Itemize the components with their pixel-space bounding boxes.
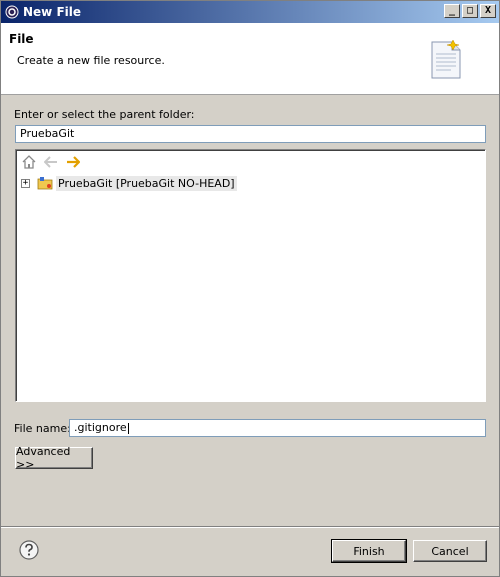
expand-icon[interactable]: + xyxy=(21,178,30,188)
close-button[interactable]: X xyxy=(480,4,496,18)
parent-folder-input[interactable]: PruebaGit xyxy=(15,125,486,143)
advanced-button[interactable]: Advanced >> xyxy=(15,445,93,471)
folder-tree[interactable]: + PruebaGit [PruebaGit NO-HEAD] xyxy=(15,149,486,402)
home-icon[interactable] xyxy=(21,154,37,170)
parent-folder-label: Enter or select the parent folder: xyxy=(14,108,195,121)
forward-arrow-icon[interactable] xyxy=(65,154,81,170)
file-name-label: File name: xyxy=(14,422,71,435)
new-file-wizard-icon xyxy=(429,39,463,83)
text-cursor xyxy=(127,422,129,434)
file-name-input[interactable]: .gitignore xyxy=(69,419,486,437)
footer-divider xyxy=(1,526,499,528)
window-title: New File xyxy=(23,5,82,19)
new-file-dialog: New File _ □ X File Create a new file re… xyxy=(0,0,500,577)
eclipse-icon xyxy=(5,5,19,19)
banner-message: Create a new file resource. xyxy=(17,54,165,67)
tree-toolbar xyxy=(21,154,81,170)
finish-button[interactable]: Finish xyxy=(331,539,407,563)
tree-item[interactable]: + PruebaGit [PruebaGit NO-HEAD] xyxy=(21,175,237,191)
wizard-banner: File Create a new file resource. xyxy=(1,23,499,95)
tree-item-label[interactable]: PruebaGit [PruebaGit NO-HEAD] xyxy=(56,175,237,191)
maximize-button[interactable]: □ xyxy=(462,4,478,18)
banner-title: File xyxy=(9,32,34,46)
back-arrow-icon[interactable] xyxy=(43,154,59,170)
git-project-icon xyxy=(37,175,53,191)
window-controls: _ □ X xyxy=(444,4,496,18)
file-name-value: .gitignore xyxy=(74,421,127,434)
cancel-button[interactable]: Cancel xyxy=(413,540,487,562)
title-bar[interactable]: New File _ □ X xyxy=(1,1,499,23)
minimize-button[interactable]: _ xyxy=(444,4,460,18)
help-icon[interactable] xyxy=(19,540,39,560)
